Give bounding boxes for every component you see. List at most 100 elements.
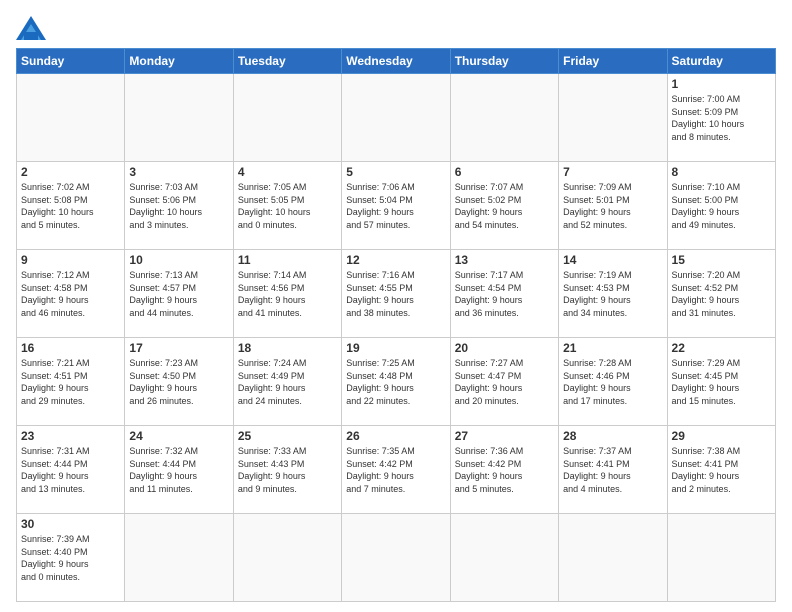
- day-info: Sunrise: 7:12 AM Sunset: 4:58 PM Dayligh…: [21, 269, 120, 319]
- day-number: 3: [129, 165, 228, 179]
- calendar-cell: 16 Sunrise: 7:21 AM Sunset: 4:51 PM Dayli…: [17, 338, 125, 426]
- calendar-cell: 20 Sunrise: 7:27 AM Sunset: 4:47 PM Dayli…: [450, 338, 558, 426]
- day-info: Sunrise: 7:24 AM Sunset: 4:49 PM Dayligh…: [238, 357, 337, 407]
- calendar-cell: [667, 514, 775, 602]
- calendar-cell: 1 Sunrise: 7:00 AM Sunset: 5:09 PM Daylig…: [667, 74, 775, 162]
- day-info: Sunrise: 7:21 AM Sunset: 4:51 PM Dayligh…: [21, 357, 120, 407]
- calendar-cell: 29 Sunrise: 7:38 AM Sunset: 4:41 PM Dayli…: [667, 426, 775, 514]
- calendar-week-4: 23Sunrise: 7:31 AM Sunset: 4:44 PM Dayli…: [17, 426, 776, 514]
- day-number: 25: [238, 429, 337, 443]
- day-number: 1: [672, 77, 771, 91]
- day-info: Sunrise: 7:13 AM Sunset: 4:57 PM Dayligh…: [129, 269, 228, 319]
- day-number: 28: [563, 429, 662, 443]
- calendar-cell: [559, 74, 667, 162]
- calendar-cell: [125, 514, 233, 602]
- calendar-cell: 17Sunrise: 7:23 AM Sunset: 4:50 PM Dayli…: [125, 338, 233, 426]
- calendar-table: SundayMondayTuesdayWednesdayThursdayFrid…: [16, 48, 776, 602]
- calendar-cell: 28 Sunrise: 7:37 AM Sunset: 4:41 PM Dayli…: [559, 426, 667, 514]
- calendar-cell: [233, 74, 341, 162]
- day-header-monday: Monday: [125, 49, 233, 74]
- calendar-cell: [342, 514, 450, 602]
- calendar-cell: 2Sunrise: 7:02 AM Sunset: 5:08 PM Daylig…: [17, 162, 125, 250]
- day-number: 14: [563, 253, 662, 267]
- day-info: Sunrise: 7:19 AM Sunset: 4:53 PM Dayligh…: [563, 269, 662, 319]
- header: [16, 16, 776, 40]
- day-info: Sunrise: 7:17 AM Sunset: 4:54 PM Dayligh…: [455, 269, 554, 319]
- calendar-cell: 18Sunrise: 7:24 AM Sunset: 4:49 PM Dayli…: [233, 338, 341, 426]
- calendar-cell: 21 Sunrise: 7:28 AM Sunset: 4:46 PM Dayli…: [559, 338, 667, 426]
- calendar-cell: 3 Sunrise: 7:03 AM Sunset: 5:06 PM Daylig…: [125, 162, 233, 250]
- calendar-cell: 15Sunrise: 7:20 AM Sunset: 4:52 PM Dayli…: [667, 250, 775, 338]
- day-number: 10: [129, 253, 228, 267]
- day-info: Sunrise: 7:35 AM Sunset: 4:42 PM Dayligh…: [346, 445, 445, 495]
- calendar-cell: [125, 74, 233, 162]
- day-info: Sunrise: 7:03 AM Sunset: 5:06 PM Dayligh…: [129, 181, 228, 231]
- calendar-cell: 25 Sunrise: 7:33 AM Sunset: 4:43 PM Dayli…: [233, 426, 341, 514]
- day-number: 20: [455, 341, 554, 355]
- calendar-week-0: 1 Sunrise: 7:00 AM Sunset: 5:09 PM Daylig…: [17, 74, 776, 162]
- day-number: 22: [672, 341, 771, 355]
- day-info: Sunrise: 7:05 AM Sunset: 5:05 PM Dayligh…: [238, 181, 337, 231]
- day-info: Sunrise: 7:29 AM Sunset: 4:45 PM Dayligh…: [672, 357, 771, 407]
- calendar-cell: 22 Sunrise: 7:29 AM Sunset: 4:45 PM Dayli…: [667, 338, 775, 426]
- calendar-header-row: SundayMondayTuesdayWednesdayThursdayFrid…: [17, 49, 776, 74]
- day-info: Sunrise: 7:38 AM Sunset: 4:41 PM Dayligh…: [672, 445, 771, 495]
- calendar-cell: 26Sunrise: 7:35 AM Sunset: 4:42 PM Dayli…: [342, 426, 450, 514]
- day-info: Sunrise: 7:28 AM Sunset: 4:46 PM Dayligh…: [563, 357, 662, 407]
- calendar-cell: [17, 74, 125, 162]
- day-info: Sunrise: 7:09 AM Sunset: 5:01 PM Dayligh…: [563, 181, 662, 231]
- day-number: 19: [346, 341, 445, 355]
- calendar-cell: 14 Sunrise: 7:19 AM Sunset: 4:53 PM Dayli…: [559, 250, 667, 338]
- calendar-cell: 5Sunrise: 7:06 AM Sunset: 5:04 PM Daylig…: [342, 162, 450, 250]
- calendar-week-2: 9Sunrise: 7:12 AM Sunset: 4:58 PM Daylig…: [17, 250, 776, 338]
- day-info: Sunrise: 7:33 AM Sunset: 4:43 PM Dayligh…: [238, 445, 337, 495]
- day-info: Sunrise: 7:02 AM Sunset: 5:08 PM Dayligh…: [21, 181, 120, 231]
- calendar-cell: 10 Sunrise: 7:13 AM Sunset: 4:57 PM Dayli…: [125, 250, 233, 338]
- day-info: Sunrise: 7:16 AM Sunset: 4:55 PM Dayligh…: [346, 269, 445, 319]
- calendar-cell: 24Sunrise: 7:32 AM Sunset: 4:44 PM Dayli…: [125, 426, 233, 514]
- day-header-wednesday: Wednesday: [342, 49, 450, 74]
- day-header-saturday: Saturday: [667, 49, 775, 74]
- day-number: 27: [455, 429, 554, 443]
- day-info: Sunrise: 7:07 AM Sunset: 5:02 PM Dayligh…: [455, 181, 554, 231]
- day-info: Sunrise: 7:00 AM Sunset: 5:09 PM Dayligh…: [672, 93, 771, 143]
- calendar-week-1: 2Sunrise: 7:02 AM Sunset: 5:08 PM Daylig…: [17, 162, 776, 250]
- day-number: 4: [238, 165, 337, 179]
- calendar-cell: 19 Sunrise: 7:25 AM Sunset: 4:48 PM Dayli…: [342, 338, 450, 426]
- calendar-cell: [559, 514, 667, 602]
- day-info: Sunrise: 7:37 AM Sunset: 4:41 PM Dayligh…: [563, 445, 662, 495]
- day-number: 12: [346, 253, 445, 267]
- day-number: 29: [672, 429, 771, 443]
- day-number: 30: [21, 517, 120, 531]
- logo: [16, 16, 50, 40]
- day-number: 21: [563, 341, 662, 355]
- calendar-cell: 6Sunrise: 7:07 AM Sunset: 5:02 PM Daylig…: [450, 162, 558, 250]
- calendar-cell: 30 Sunrise: 7:39 AM Sunset: 4:40 PM Dayli…: [17, 514, 125, 602]
- calendar-cell: 13Sunrise: 7:17 AM Sunset: 4:54 PM Dayli…: [450, 250, 558, 338]
- calendar-cell: [450, 74, 558, 162]
- day-number: 8: [672, 165, 771, 179]
- calendar-cell: [233, 514, 341, 602]
- day-number: 16: [21, 341, 120, 355]
- day-number: 11: [238, 253, 337, 267]
- day-info: Sunrise: 7:25 AM Sunset: 4:48 PM Dayligh…: [346, 357, 445, 407]
- day-info: Sunrise: 7:10 AM Sunset: 5:00 PM Dayligh…: [672, 181, 771, 231]
- day-number: 15: [672, 253, 771, 267]
- day-number: 5: [346, 165, 445, 179]
- calendar-cell: [450, 514, 558, 602]
- day-info: Sunrise: 7:39 AM Sunset: 4:40 PM Dayligh…: [21, 533, 120, 583]
- day-info: Sunrise: 7:36 AM Sunset: 4:42 PM Dayligh…: [455, 445, 554, 495]
- calendar-cell: 11 Sunrise: 7:14 AM Sunset: 4:56 PM Dayli…: [233, 250, 341, 338]
- calendar-cell: 23Sunrise: 7:31 AM Sunset: 4:44 PM Dayli…: [17, 426, 125, 514]
- day-info: Sunrise: 7:32 AM Sunset: 4:44 PM Dayligh…: [129, 445, 228, 495]
- day-header-tuesday: Tuesday: [233, 49, 341, 74]
- day-header-sunday: Sunday: [17, 49, 125, 74]
- calendar-cell: 7Sunrise: 7:09 AM Sunset: 5:01 PM Daylig…: [559, 162, 667, 250]
- logo-icon: [16, 16, 46, 40]
- calendar-cell: 12 Sunrise: 7:16 AM Sunset: 4:55 PM Dayli…: [342, 250, 450, 338]
- day-info: Sunrise: 7:27 AM Sunset: 4:47 PM Dayligh…: [455, 357, 554, 407]
- calendar-cell: [342, 74, 450, 162]
- calendar-cell: 9Sunrise: 7:12 AM Sunset: 4:58 PM Daylig…: [17, 250, 125, 338]
- day-info: Sunrise: 7:14 AM Sunset: 4:56 PM Dayligh…: [238, 269, 337, 319]
- calendar-week-3: 16 Sunrise: 7:21 AM Sunset: 4:51 PM Dayli…: [17, 338, 776, 426]
